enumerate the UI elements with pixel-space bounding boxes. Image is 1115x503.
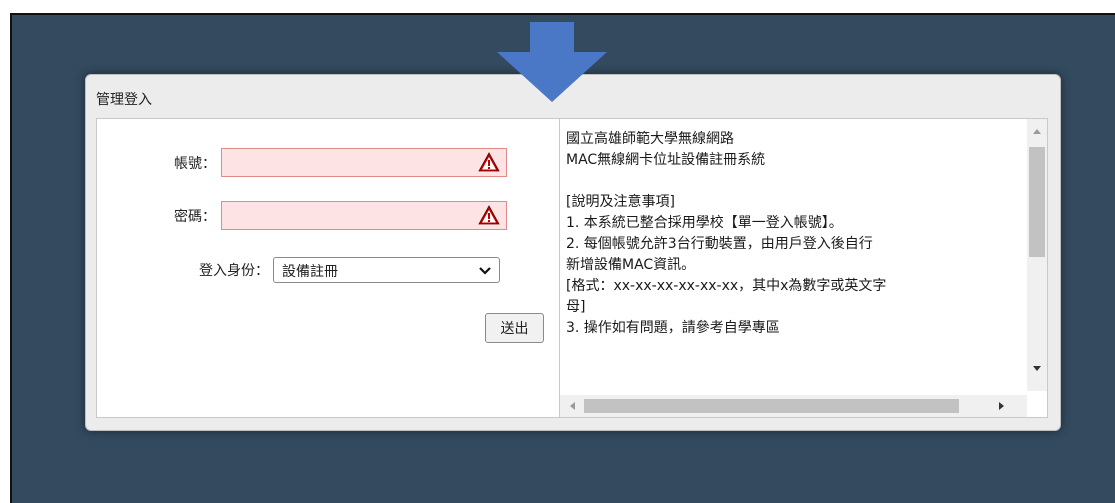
info-line: 國立高雄師範大學無線網路 xyxy=(566,131,734,147)
info-panel: 國立高雄師範大學無線網路 MAC無線網卡位址設備註冊系統 [說明及注意事項] 1… xyxy=(560,119,1047,417)
submit-button[interactable]: 送出 xyxy=(485,313,544,343)
vertical-scrollbar[interactable] xyxy=(1027,119,1047,391)
info-line: 新增設備MAC資訊。 xyxy=(566,257,696,273)
role-label: 登入身份： xyxy=(199,263,269,279)
down-arrow-icon xyxy=(497,22,607,102)
account-label: 帳號： xyxy=(174,156,216,172)
info-line: 2. 每個帳號允許3台行動裝置，由用戶登入後自行 xyxy=(566,236,873,252)
info-line: 母] xyxy=(566,299,586,315)
warning-icon xyxy=(478,152,500,172)
warning-icon xyxy=(478,205,500,225)
login-form: 帳號： 密碼： 登入身份： 設備註冊 送出 xyxy=(97,119,560,417)
scroll-left-icon[interactable] xyxy=(568,401,578,411)
info-line: MAC無線網卡位址設備註冊系統 xyxy=(566,152,766,168)
info-line: 1. 本系統已整合採用學校【單一登入帳號】。 xyxy=(566,215,843,231)
scroll-down-icon[interactable] xyxy=(1032,363,1042,373)
dialog-title: 管理登入 xyxy=(96,92,152,108)
scroll-up-icon[interactable] xyxy=(1032,127,1042,137)
role-select[interactable]: 設備註冊 xyxy=(273,257,500,283)
scroll-right-icon[interactable] xyxy=(996,401,1006,411)
info-line: [格式：xx-xx-xx-xx-xx-xx，其中x為數字或英文字 xyxy=(566,278,887,294)
horizontal-scroll-thumb[interactable] xyxy=(584,399,959,413)
info-line: 3. 操作如有問題，請參考自學專區 xyxy=(566,320,780,336)
info-line: [說明及注意事項] xyxy=(566,194,675,210)
account-field[interactable] xyxy=(221,148,507,177)
info-text: 國立高雄師範大學無線網路 MAC無線網卡位址設備註冊系統 [說明及注意事項] 1… xyxy=(566,129,1006,339)
vertical-scroll-thumb[interactable] xyxy=(1029,147,1045,257)
password-field[interactable] xyxy=(221,201,507,230)
role-select-value: 設備註冊 xyxy=(282,264,338,280)
password-label: 密碼： xyxy=(174,209,216,225)
admin-login-dialog: 管理登入 帳號： 密碼： 登入身份： 設備註冊 送出 國立高雄師範大學無線網路 … xyxy=(85,74,1061,431)
horizontal-scrollbar[interactable] xyxy=(560,395,1027,417)
scrollbar-corner xyxy=(1027,391,1047,417)
chevron-down-icon xyxy=(479,267,491,275)
info-line xyxy=(566,171,1006,192)
dialog-body: 帳號： 密碼： 登入身份： 設備註冊 送出 國立高雄師範大學無線網路 MAC無線… xyxy=(96,118,1048,418)
